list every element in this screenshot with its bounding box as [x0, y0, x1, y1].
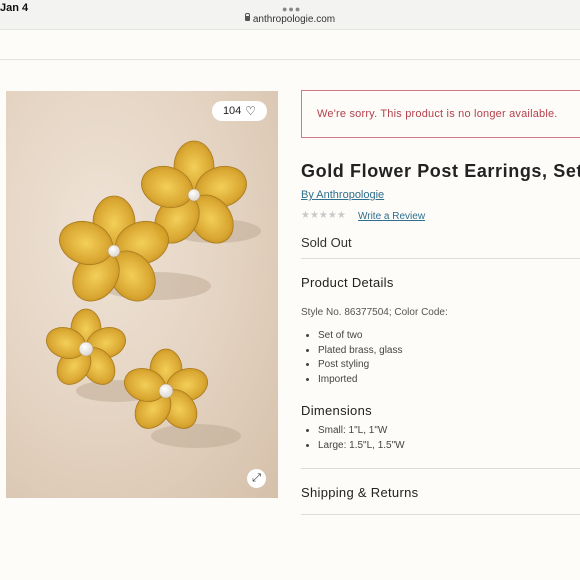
brand-link[interactable]: By Anthropologie — [301, 189, 384, 201]
favorite-button[interactable]: 104 ♡ — [212, 101, 267, 121]
dimensions-heading: Dimensions — [301, 403, 372, 418]
unavailable-alert: We're sorry. This product is no longer a… — [301, 90, 580, 138]
feature-item: Post styling — [318, 358, 403, 373]
unavailable-message: We're sorry. This product is no longer a… — [317, 108, 558, 120]
dimension-item: Large: 1.5"L, 1.5"W — [318, 439, 405, 454]
write-review-link[interactable]: Write a Review — [358, 211, 425, 222]
product-details-heading[interactable]: Product Details — [301, 275, 394, 290]
lock-icon — [244, 13, 250, 21]
section-divider — [301, 468, 580, 469]
url-text: anthropologie.com — [252, 14, 336, 25]
product-image[interactable] — [6, 91, 278, 498]
feature-item: Plated brass, glass — [318, 344, 403, 359]
tab-overview-dots-icon[interactable]: ●●● — [282, 4, 301, 14]
header-divider — [0, 59, 580, 60]
heart-icon: ♡ — [245, 104, 257, 118]
expand-icon: ⤢ — [252, 472, 261, 484]
expand-image-button[interactable]: ⤢ — [247, 469, 266, 488]
dimensions-list: Small: 1"L, 1"WLarge: 1.5"L, 1.5"W — [318, 424, 405, 453]
flower-earring-small-2 — [124, 348, 208, 429]
address-bar[interactable]: anthropologie.com — [0, 13, 580, 25]
feature-item: Imported — [318, 373, 403, 388]
shipping-returns-heading[interactable]: Shipping & Returns — [301, 485, 418, 500]
feature-list: Set of twoPlated brass, glassPost stylin… — [318, 329, 403, 387]
browser-status-bar: Jan 4 ●●● anthropologie.com — [0, 0, 580, 30]
rating-stars: ★★★★★ — [301, 210, 346, 221]
feature-item: Set of two — [318, 329, 403, 344]
dimension-item: Small: 1"L, 1"W — [318, 424, 405, 439]
flower-earring-small-1 — [46, 308, 126, 385]
favorite-count: 104 — [222, 105, 242, 117]
availability-status: Sold Out — [301, 235, 352, 250]
section-divider — [301, 258, 580, 259]
style-number: Style No. 86377504; Color Code: — [301, 307, 448, 318]
status-date: Jan 4 — [0, 2, 29, 14]
product-title: Gold Flower Post Earrings, Set of — [301, 161, 580, 181]
section-divider — [301, 514, 580, 515]
